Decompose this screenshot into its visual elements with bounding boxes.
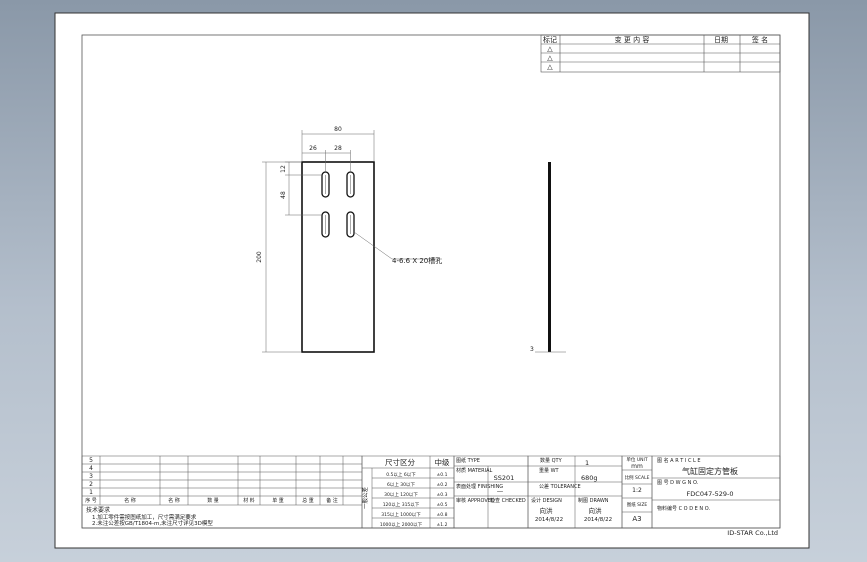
drawn-label: 制图 DRAWN <box>578 497 609 504</box>
row-no-5: 5 <box>89 457 93 464</box>
tol-val-4: ±0.5 <box>437 502 448 508</box>
tol-side-label: 一般公差 <box>361 487 369 510</box>
material-label: 材质 MATERIAL <box>456 467 493 474</box>
scale-label: 比例 SCALE <box>625 474 650 481</box>
checked-name: 向洪 <box>540 506 554 515</box>
note-2: 2.未注公差按GB/T1804-m,未注尺寸详见3D模型 <box>92 519 213 527</box>
plate-side <box>548 162 551 352</box>
rev-header-date: 日期 <box>714 36 728 44</box>
dim-total-height: 200 <box>256 251 263 263</box>
parts-header-total-weight: 总 重 <box>302 497 314 504</box>
rev-mark-1: △ <box>547 45 553 53</box>
parts-header-no: 序 号 <box>85 497 97 504</box>
parts-header-name: 名 称 <box>124 497 136 504</box>
cad-viewport: 标记 变 更 内 容 日期 签 名 △ △ △ 80 26 28 12 48 2… <box>0 0 867 562</box>
rev-mark-2: △ <box>547 54 553 62</box>
tol-header-size: 尺寸区分 <box>385 457 415 467</box>
parts-header-qty: 数 量 <box>207 497 219 504</box>
checked-label: 检查 CHECKED <box>490 497 526 504</box>
size-value: A3 <box>632 515 641 523</box>
dwg-label: 图 号 D W G N O. <box>657 480 699 486</box>
rev-header-content: 变 更 内 容 <box>615 35 650 44</box>
tol-val-3: ±0.3 <box>437 492 448 498</box>
weight-value: 680g <box>581 474 598 482</box>
weight-label: 重量 WT <box>539 467 560 474</box>
rev-header-mark: 标记 <box>543 35 557 44</box>
dim-slot-spacing-y: 48 <box>280 191 287 199</box>
tol-range-5: 315以上 1000以下 <box>381 511 421 518</box>
checked-date: 2014/8/22 <box>535 517 563 523</box>
drawing-title: 气缸固定方管板 <box>682 466 738 476</box>
code-label: 物料编号 C O D E N O. <box>657 505 710 512</box>
dim-top-offset: 12 <box>280 165 287 173</box>
qty-value: 1 <box>585 459 589 467</box>
rev-header-sign: 签 名 <box>752 35 768 44</box>
qty-label: 数量 QTY <box>540 457 563 464</box>
tol-val-1: ±0.1 <box>437 472 448 478</box>
note-1: 1.加工零件需按图纸加工，尺寸需满足要求 <box>92 513 197 521</box>
parts-header-material: 材 料 <box>243 497 255 504</box>
drawn-name: 向洪 <box>589 506 603 515</box>
title-label: 图 名 A R T I C L E <box>657 457 701 464</box>
dim-slot-spacing-x: 28 <box>334 145 342 152</box>
designed-label: 设计 DESIGN <box>531 497 562 504</box>
unit-label: 单位 UNIT <box>626 456 647 463</box>
row-no-1: 1 <box>89 489 93 496</box>
tolerance-label: 公差 TOLERANCE <box>539 483 581 490</box>
size-label: 图纸 SIZE <box>627 501 648 508</box>
dim-total-width: 80 <box>334 126 342 133</box>
row-no-2: 2 <box>89 481 93 488</box>
dwg-number: FDC047-529-0 <box>687 490 734 498</box>
tol-range-3: 30以上 120以下 <box>384 491 418 498</box>
notes-heading: 技术要求 <box>86 506 110 514</box>
slot-callout: 4-6.6 X 20槽孔 <box>392 256 442 265</box>
rev-mark-3: △ <box>547 63 553 71</box>
dim-left-offset: 26 <box>309 145 317 152</box>
row-no-3: 3 <box>89 473 93 480</box>
parts-header-remark: 备 注 <box>326 497 338 504</box>
parts-header-unit-weight: 单 重 <box>272 497 284 504</box>
tol-val-6: ±1.2 <box>437 522 448 528</box>
tol-header-grade: 中级 <box>435 457 450 467</box>
tol-val-5: ±0.8 <box>437 512 448 518</box>
row-no-4: 4 <box>89 465 93 472</box>
tol-range-1: 0.5以上 6以下 <box>386 471 416 478</box>
type-label: 图纸 TYPE <box>456 457 480 464</box>
tol-range-6: 1000以上 2000以下 <box>380 521 423 528</box>
parts-header-name2: 名 称 <box>168 497 180 504</box>
dim-thickness: 3 <box>530 346 534 353</box>
tol-range-2: 6以上 30以下 <box>387 481 416 488</box>
scale-value: 1:2 <box>632 487 642 494</box>
surface-value: — <box>497 487 504 495</box>
tol-range-4: 120以上 315以下 <box>383 501 420 508</box>
material-value: SS201 <box>494 474 515 482</box>
tol-val-2: ±0.2 <box>437 482 448 488</box>
unit-value: mm <box>631 463 643 470</box>
drawn-date: 2014/8/22 <box>584 517 612 523</box>
drawing-sheet: 标记 变 更 内 容 日期 签 名 △ △ △ 80 26 28 12 48 2… <box>54 12 810 549</box>
company-name: ID-STAR Co.,Ltd <box>727 529 778 537</box>
